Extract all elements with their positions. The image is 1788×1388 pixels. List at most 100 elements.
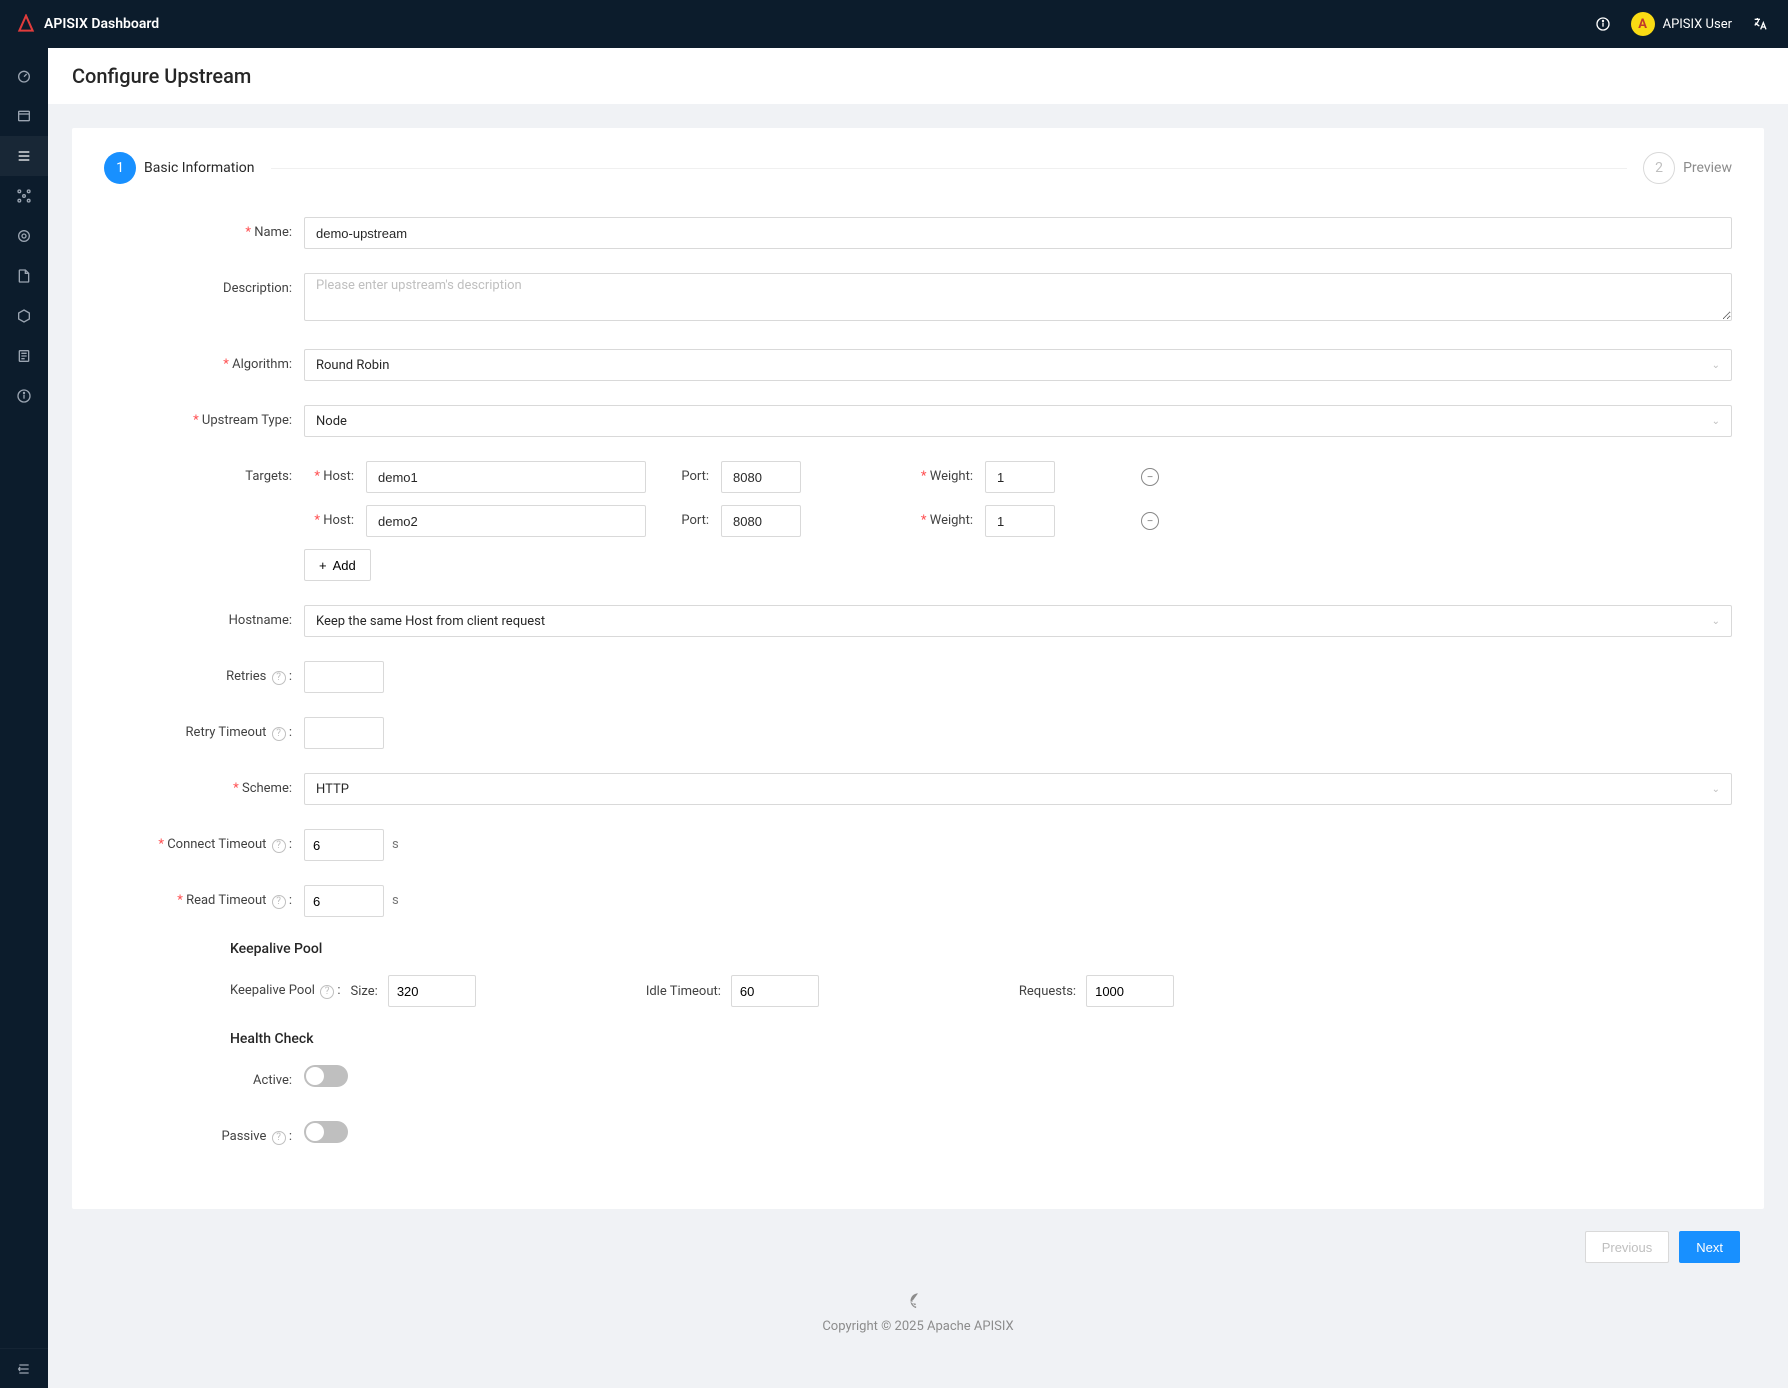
label-keepalive-pool: Keepalive Pool ? : bbox=[230, 983, 341, 999]
help-icon[interactable]: ? bbox=[272, 671, 286, 685]
help-icon[interactable]: ? bbox=[272, 727, 286, 741]
section-keepalive: Keepalive Pool bbox=[230, 941, 1732, 957]
avatar[interactable]: A bbox=[1631, 12, 1655, 36]
add-target-button[interactable]: + Add bbox=[304, 549, 371, 581]
form-card: 1 Basic Information 2 Preview Name: bbox=[72, 128, 1764, 1209]
language-icon[interactable] bbox=[1748, 12, 1772, 36]
name-input[interactable] bbox=[304, 217, 1732, 249]
label-targets: Targets: bbox=[104, 461, 304, 493]
target-port-input[interactable] bbox=[721, 505, 801, 537]
keepalive-idle-input[interactable] bbox=[731, 975, 819, 1007]
chevron-down-icon: ⌄ bbox=[1712, 360, 1720, 371]
sidebar-item-proto[interactable] bbox=[0, 336, 48, 376]
target-weight-input[interactable] bbox=[985, 505, 1055, 537]
label-host: Host: bbox=[304, 461, 360, 493]
help-icon[interactable]: ? bbox=[272, 1131, 286, 1145]
topbar: APISIX Dashboard A APISIX User bbox=[0, 0, 1788, 48]
connect-timeout-input[interactable] bbox=[304, 829, 384, 861]
label-health-passive: Passive ? : bbox=[104, 1121, 304, 1153]
keepalive-requests-input[interactable] bbox=[1086, 975, 1174, 1007]
label-port: Port: bbox=[659, 461, 715, 493]
hostname-value: Keep the same Host from client request bbox=[316, 614, 545, 629]
label-retries: Retries ? : bbox=[104, 661, 304, 693]
retries-input[interactable] bbox=[304, 661, 384, 693]
sidebar-item-upstream[interactable] bbox=[0, 136, 48, 176]
apisix-logo-icon bbox=[16, 14, 36, 34]
previous-button[interactable]: Previous bbox=[1585, 1231, 1670, 1263]
sidebar-collapse-icon[interactable] bbox=[0, 1348, 48, 1388]
steps: 1 Basic Information 2 Preview bbox=[104, 152, 1732, 205]
page-title: Configure Upstream bbox=[48, 48, 1788, 104]
read-timeout-input[interactable] bbox=[304, 885, 384, 917]
sidebar-item-plugin[interactable] bbox=[0, 296, 48, 336]
info-icon[interactable] bbox=[1591, 12, 1615, 36]
help-icon[interactable]: ? bbox=[272, 839, 286, 853]
upstream-type-value: Node bbox=[316, 414, 347, 429]
help-icon[interactable]: ? bbox=[320, 985, 334, 999]
health-active-switch[interactable] bbox=[304, 1065, 348, 1087]
chevron-down-icon: ⌄ bbox=[1712, 784, 1720, 795]
sidebar-item-route[interactable] bbox=[0, 96, 48, 136]
label-name: Name: bbox=[104, 217, 304, 249]
target-host-input[interactable] bbox=[366, 461, 646, 493]
user-name[interactable]: APISIX User bbox=[1663, 17, 1732, 32]
label-connect-timeout: Connect Timeout ? : bbox=[104, 829, 304, 861]
scheme-select[interactable]: HTTP ⌄ bbox=[304, 773, 1732, 805]
unit-seconds: s bbox=[392, 885, 399, 917]
sidebar bbox=[0, 48, 48, 1388]
plus-icon: + bbox=[319, 558, 327, 573]
github-icon[interactable] bbox=[72, 1293, 1764, 1313]
description-textarea[interactable] bbox=[304, 273, 1732, 321]
sidebar-item-dashboard[interactable] bbox=[0, 56, 48, 96]
target-weight-input[interactable] bbox=[985, 461, 1055, 493]
label-host: Host: bbox=[304, 505, 360, 537]
keepalive-size-input[interactable] bbox=[388, 975, 476, 1007]
sidebar-item-service[interactable] bbox=[0, 176, 48, 216]
step-1-label: Basic Information bbox=[144, 160, 255, 176]
remove-target-icon[interactable]: − bbox=[1141, 512, 1159, 530]
label-health-active: Active: bbox=[104, 1065, 304, 1097]
step-preview: 2 Preview bbox=[1643, 152, 1732, 184]
target-row: Host: Port: Weight: − bbox=[304, 461, 1732, 493]
hostname-select[interactable]: Keep the same Host from client request ⌄ bbox=[304, 605, 1732, 637]
unit-seconds: s bbox=[392, 829, 399, 861]
label-algorithm: Algorithm: bbox=[104, 349, 304, 381]
label-requests: Requests: bbox=[1019, 984, 1076, 999]
wizard-buttons: Previous Next bbox=[72, 1221, 1764, 1273]
target-host-input[interactable] bbox=[366, 505, 646, 537]
help-icon[interactable]: ? bbox=[272, 895, 286, 909]
algorithm-select[interactable]: Round Robin ⌄ bbox=[304, 349, 1732, 381]
target-port-input[interactable] bbox=[721, 461, 801, 493]
add-target-label: Add bbox=[333, 558, 356, 573]
step-basic-info: 1 Basic Information bbox=[104, 152, 255, 184]
next-button[interactable]: Next bbox=[1679, 1231, 1740, 1263]
step-1-number: 1 bbox=[104, 152, 136, 184]
sidebar-item-ssl[interactable] bbox=[0, 256, 48, 296]
label-scheme: Scheme: bbox=[104, 773, 304, 805]
target-row: Host: Port: Weight: − bbox=[304, 505, 1732, 537]
label-port: Port: bbox=[659, 505, 715, 537]
label-description: Description: bbox=[104, 273, 304, 305]
retry-timeout-input[interactable] bbox=[304, 717, 384, 749]
chevron-down-icon: ⌄ bbox=[1712, 416, 1720, 427]
upstream-type-select[interactable]: Node ⌄ bbox=[304, 405, 1732, 437]
label-read-timeout: Read Timeout ? : bbox=[104, 885, 304, 917]
label-hostname: Hostname: bbox=[104, 605, 304, 637]
label-weight: Weight: bbox=[913, 461, 979, 493]
chevron-down-icon: ⌄ bbox=[1712, 616, 1720, 627]
label-size: Size: bbox=[351, 984, 378, 999]
sidebar-item-consumer[interactable] bbox=[0, 216, 48, 256]
label-upstream-type: Upstream Type: bbox=[104, 405, 304, 437]
app-title: APISIX Dashboard bbox=[44, 16, 159, 32]
health-passive-switch[interactable] bbox=[304, 1121, 348, 1143]
scheme-value: HTTP bbox=[316, 782, 349, 797]
algorithm-value: Round Robin bbox=[316, 358, 389, 373]
remove-target-icon[interactable]: − bbox=[1141, 468, 1159, 486]
step-2-number: 2 bbox=[1643, 152, 1675, 184]
brand: APISIX Dashboard bbox=[16, 14, 159, 34]
section-health-check: Health Check bbox=[230, 1031, 1732, 1047]
label-idle-timeout: Idle Timeout: bbox=[646, 984, 721, 999]
step-2-label: Preview bbox=[1683, 160, 1732, 176]
label-weight: Weight: bbox=[913, 505, 979, 537]
sidebar-item-info[interactable] bbox=[0, 376, 48, 416]
